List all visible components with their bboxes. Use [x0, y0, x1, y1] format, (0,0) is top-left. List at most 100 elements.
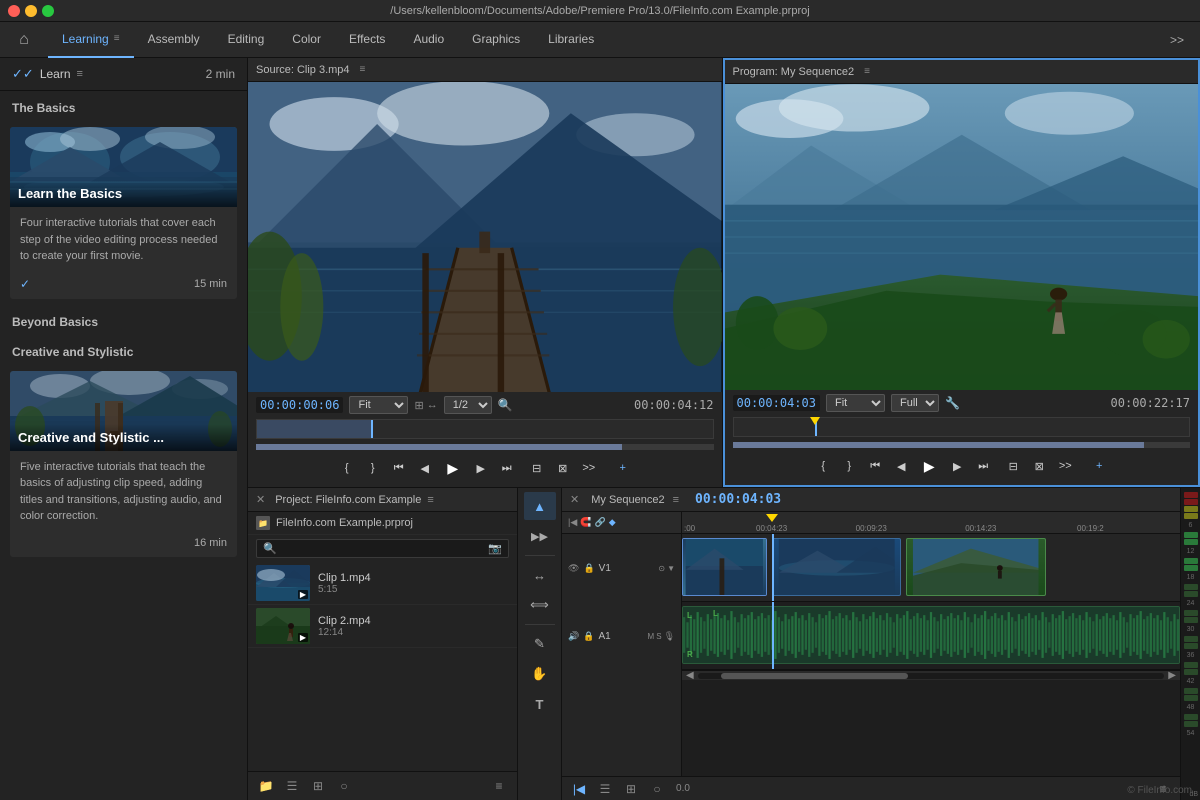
project-search-input[interactable]	[281, 543, 485, 555]
tool-track-select[interactable]: ▶▶	[524, 522, 556, 550]
source-more-button[interactable]: >>	[578, 457, 600, 479]
project-settings-icon[interactable]: ≡	[489, 776, 509, 796]
add-markers-icon[interactable]: ◆	[609, 517, 616, 528]
goto-start-icon[interactable]: |◀	[568, 517, 577, 528]
timeline-zoom-out-button[interactable]: ○	[648, 780, 666, 798]
track-v1-lock-icon[interactable]: 🔒	[583, 563, 594, 574]
program-quality-select[interactable]: Full1/2	[891, 394, 939, 412]
program-go-out-button[interactable]: ⏭	[972, 455, 994, 477]
program-progress-area[interactable]	[733, 417, 1191, 437]
source-duration-bar[interactable]	[256, 419, 714, 439]
program-work-area	[733, 442, 1191, 448]
project-new-bin-button[interactable]: 📁	[256, 776, 276, 796]
track-a1-m-icon[interactable]: M	[648, 632, 655, 641]
program-timecode[interactable]: 00:00:04:03	[733, 395, 820, 411]
tab-effects[interactable]: Effects	[335, 22, 399, 58]
program-add-button[interactable]: +	[1088, 455, 1110, 477]
track-v1-sync-icon[interactable]: ⊙	[658, 564, 665, 573]
tab-libraries[interactable]: Libraries	[534, 22, 608, 58]
source-add-button[interactable]: +	[612, 457, 634, 479]
track-a1-eyeball-icon[interactable]: 🔊	[568, 631, 579, 642]
project-icon-view-button[interactable]: ⊞	[308, 776, 328, 796]
clip-item-2[interactable]: ▶ Clip 2.mp4 12:14	[248, 605, 517, 648]
timeline-clips-view-button[interactable]: ⊞	[622, 780, 640, 798]
program-step-back-button[interactable]: ◀	[890, 455, 912, 477]
close-button[interactable]	[8, 5, 20, 17]
program-fit-select[interactable]: Fit100%	[826, 394, 885, 412]
source-step-back-button[interactable]: ◀	[414, 457, 436, 479]
source-monitor-menu-icon[interactable]: ≡	[360, 64, 366, 75]
tool-hand[interactable]: ✋	[524, 660, 556, 688]
track-v1-collapse-icon[interactable]: ▼	[667, 564, 675, 573]
tl-video-clip-2[interactable]	[772, 538, 901, 596]
track-a1-mic-icon[interactable]: 🎙	[664, 631, 675, 642]
card-learn-basics[interactable]: Learn the Basics Four interactive tutori…	[10, 127, 237, 299]
timeline-scroll-thumb[interactable]	[721, 673, 908, 679]
program-monitor-menu-icon[interactable]: ≡	[864, 66, 870, 77]
program-extract-button[interactable]: ⊠	[1028, 455, 1050, 477]
tool-slip[interactable]: ⟺	[524, 591, 556, 619]
source-timecode[interactable]: 00:00:00:06	[256, 397, 343, 413]
timeline-scroll-right-icon[interactable]: ▶	[1168, 670, 1176, 681]
tool-ripple[interactable]: ↔	[524, 561, 556, 589]
tool-pen[interactable]: ✎	[524, 630, 556, 658]
home-button[interactable]: ⌂	[8, 24, 40, 56]
tab-audio[interactable]: Audio	[399, 22, 458, 58]
tool-text[interactable]: T	[524, 690, 556, 718]
program-more-button[interactable]: >>	[1054, 455, 1076, 477]
link-icon[interactable]: 🔗	[594, 517, 605, 528]
tab-graphics[interactable]: Graphics	[458, 22, 534, 58]
snap-icon[interactable]: 🧲	[580, 517, 591, 528]
timeline-add-track-button[interactable]: |◀	[570, 780, 588, 798]
program-duration-bar[interactable]	[733, 417, 1191, 437]
clip-item-1[interactable]: ▶ Clip 1.mp4 5:15	[248, 562, 517, 605]
program-wrench-icon[interactable]: 🔧	[945, 396, 960, 410]
program-lift-button[interactable]: ⊟	[1002, 455, 1024, 477]
source-mark-in-button[interactable]: {	[336, 457, 358, 479]
tool-selection[interactable]: ▲	[524, 492, 556, 520]
tl-audio-clip-1[interactable]: L	[682, 606, 1180, 664]
more-workspaces-button[interactable]: >>	[1162, 33, 1192, 47]
program-go-in-button[interactable]: ⏮	[864, 455, 886, 477]
timeline-menu-icon[interactable]: ≡	[673, 494, 679, 506]
project-panel-close-icon[interactable]: ✕	[256, 493, 265, 506]
source-fit-select[interactable]: Fit100%	[349, 396, 408, 414]
tl-video-clip-1[interactable]	[682, 538, 767, 596]
timeline-scroll-track[interactable]	[698, 673, 1165, 679]
source-zoom-select[interactable]: 1/2Full	[444, 396, 492, 414]
timeline-close-icon[interactable]: ✕	[570, 493, 579, 506]
source-go-in-button[interactable]: ⏮	[388, 457, 410, 479]
project-list-view-button[interactable]: ☰	[282, 776, 302, 796]
tab-learning[interactable]: Learning ≡	[48, 22, 134, 58]
track-a1-s-icon[interactable]: S	[656, 632, 661, 641]
project-search-bar[interactable]: 🔍 📷	[256, 539, 509, 558]
track-v1-eyeball-icon[interactable]: 👁	[568, 563, 579, 574]
source-step-fwd-button[interactable]: ▶	[470, 457, 492, 479]
timeline-scroll[interactable]: ◀ ▶	[682, 670, 1180, 680]
card-creative[interactable]: Creative and Stylistic ... Five interact…	[10, 371, 237, 557]
timeline-timecode[interactable]: 00:00:04:03	[695, 492, 781, 507]
tab-assembly[interactable]: Assembly	[134, 22, 214, 58]
project-freeform-view-button[interactable]: ○	[334, 776, 354, 796]
timeline-ruler-bar[interactable]: :00 00:04:23 00:09:23 00:14:23 00:19:2	[682, 512, 1180, 534]
track-a1-lock-icon[interactable]: 🔒	[583, 631, 594, 642]
project-panel-menu-icon[interactable]: ≡	[427, 494, 433, 506]
program-step-fwd-button[interactable]: ▶	[946, 455, 968, 477]
minimize-button[interactable]	[25, 5, 37, 17]
source-insert-button[interactable]: ⊟	[526, 457, 548, 479]
tab-color[interactable]: Color	[278, 22, 335, 58]
timeline-settings-button[interactable]: ☰	[596, 780, 614, 798]
source-progress-area[interactable]	[256, 419, 714, 439]
source-mark-out-button[interactable]: }	[362, 457, 384, 479]
source-overwrite-button[interactable]: ⊠	[552, 457, 574, 479]
tab-editing[interactable]: Editing	[214, 22, 279, 58]
source-play-button[interactable]: ▶	[440, 455, 466, 481]
source-go-out-button[interactable]: ⏭	[496, 457, 518, 479]
program-mark-in-button[interactable]: {	[812, 455, 834, 477]
program-play-button[interactable]: ▶	[916, 453, 942, 479]
program-mark-out-button[interactable]: }	[838, 455, 860, 477]
window-controls[interactable]	[8, 5, 54, 17]
timeline-scroll-left-icon[interactable]: ◀	[686, 670, 694, 681]
maximize-button[interactable]	[42, 5, 54, 17]
tl-video-clip-3[interactable]	[906, 538, 1045, 596]
